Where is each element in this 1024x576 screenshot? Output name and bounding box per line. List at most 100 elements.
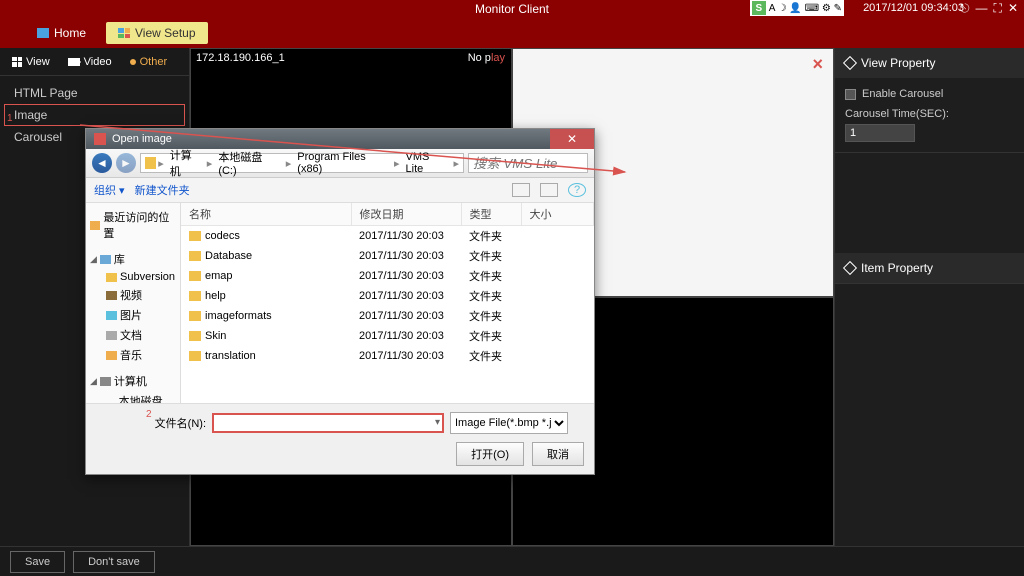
dialog-icon [94, 133, 106, 145]
side-library[interactable]: ◢库 [88, 249, 178, 269]
nav-back-icon[interactable]: ◄ [92, 153, 112, 173]
tree-image[interactable]: Image [4, 104, 185, 126]
dialog-sidebar: 最近访问的位置 ◢库 Subversion 视频 图片 文档 音乐 ◢计算机 本… [86, 203, 181, 403]
ime-s-icon: S [752, 1, 766, 15]
breadcrumb[interactable]: ▸计算机 ▸本地磁盘 (C:) ▸Program Files (x86) ▸VM… [140, 153, 464, 173]
folder-icon [189, 251, 201, 261]
side-disk-c[interactable]: 本地磁盘 (C:) [88, 391, 178, 403]
timestamp: 2017/12/01 09:34:03 [863, 2, 964, 14]
home-label: Home [54, 26, 86, 40]
file-row[interactable]: emap2017/11/30 20:03文件夹 [181, 266, 594, 286]
dialog-close-button[interactable]: ✕ [550, 129, 594, 149]
gear-icon [843, 261, 857, 275]
dialog-file-list[interactable]: 名称 修改日期 类型 大小 codecs2017/11/30 20:03文件夹D… [181, 203, 594, 403]
callout-2: 2 [146, 409, 152, 420]
view-icon [12, 57, 22, 67]
item-property-title: Item Property [861, 261, 933, 275]
filetype-select[interactable]: Image File(*.bmp *.jpeg *.jpg [450, 412, 568, 434]
col-type[interactable]: 类型 [461, 203, 521, 226]
col-date[interactable]: 修改日期 [351, 203, 461, 226]
view-setup-button[interactable]: View Setup [106, 22, 208, 44]
carousel-time-input[interactable] [845, 124, 915, 142]
monitor-icon [37, 28, 49, 38]
tree-html-page[interactable]: HTML Page [4, 82, 185, 104]
callout-1: 1 [7, 113, 13, 124]
dropdown-icon[interactable]: ▾ [435, 417, 440, 428]
right-panel: View Property Enable Carousel Carousel T… [834, 48, 1024, 546]
gear-icon [843, 56, 857, 70]
dialog-footer: 2 文件名(N): ▾ Image File(*.bmp *.jpeg *.jp… [86, 403, 594, 474]
dont-save-button[interactable]: Don't save [73, 551, 155, 573]
help-icon[interactable]: ? [568, 183, 586, 197]
enable-carousel-row[interactable]: Enable Carousel [845, 88, 1014, 100]
ime-icons: A ☽ 👤 ⌨ ⚙ ✎ [769, 3, 842, 14]
filename-input[interactable]: ▾ [212, 413, 444, 433]
title-bar: Monitor Client SA ☽ 👤 ⌨ ⚙ ✎ 2017/12/01 0… [0, 0, 1024, 18]
main-nav: Home View Setup [0, 18, 1024, 48]
col-size[interactable]: 大小 [521, 203, 594, 226]
cell2-close-button[interactable]: × [812, 54, 823, 75]
open-button[interactable]: 打开(O) [456, 442, 524, 466]
left-tabs: View Video Other [0, 48, 189, 76]
grid-icon [118, 28, 130, 38]
side-docs[interactable]: 文档 [88, 325, 178, 345]
minimize-icon[interactable]: — [976, 1, 988, 16]
enable-carousel-label: Enable Carousel [862, 88, 943, 100]
item-property-section: Item Property [835, 253, 1024, 284]
cell1-noplay: No play [468, 52, 505, 64]
folder-icon [189, 271, 201, 281]
folder-icon [189, 231, 201, 241]
file-row[interactable]: Database2017/11/30 20:03文件夹 [181, 246, 594, 266]
side-music[interactable]: 音乐 [88, 345, 178, 365]
filename-label: 文件名(N): [155, 418, 206, 430]
view-mode-icon[interactable] [512, 183, 530, 197]
logout-icon[interactable]: ⎋ [960, 1, 970, 16]
side-pictures[interactable]: 图片 [88, 305, 178, 325]
ime-status: SA ☽ 👤 ⌨ ⚙ ✎ [750, 0, 844, 16]
organize-menu[interactable]: 组织 ▾ [94, 182, 125, 198]
dialog-title: Open image [112, 133, 172, 145]
folder-icon [189, 351, 201, 361]
nav-fwd-icon[interactable]: ► [116, 153, 136, 173]
bottom-bar: Save Don't save [0, 546, 1024, 576]
carousel-time-label: Carousel Time(SEC): [845, 108, 1014, 120]
file-row[interactable]: help2017/11/30 20:03文件夹 [181, 286, 594, 306]
view-property-section: View Property Enable Carousel Carousel T… [835, 48, 1024, 153]
folder-icon [189, 311, 201, 321]
folder-icon [145, 157, 156, 169]
folder-icon [189, 331, 201, 341]
home-button[interactable]: Home [25, 22, 98, 44]
view-property-title: View Property [861, 56, 935, 70]
view-setup-label: View Setup [135, 26, 196, 40]
side-subversion[interactable]: Subversion [88, 269, 178, 285]
dialog-nav: ◄ ► ▸计算机 ▸本地磁盘 (C:) ▸Program Files (x86)… [86, 149, 594, 178]
save-button[interactable]: Save [10, 551, 65, 573]
cancel-button[interactable]: 取消 [532, 442, 584, 466]
dialog-titlebar[interactable]: Open image ✕ [86, 129, 594, 149]
checkbox-icon[interactable] [845, 89, 856, 100]
tab-other-label: Other [140, 56, 168, 68]
tab-other[interactable]: Other [122, 53, 176, 71]
maximize-icon[interactable]: ⛶ [994, 1, 1002, 16]
side-recent[interactable]: 最近访问的位置 [88, 207, 178, 243]
file-row[interactable]: Skin2017/11/30 20:03文件夹 [181, 326, 594, 346]
file-row[interactable]: imageformats2017/11/30 20:03文件夹 [181, 306, 594, 326]
dialog-toolbar: 组织 ▾ 新建文件夹 ? [86, 178, 594, 203]
preview-pane-icon[interactable] [540, 183, 558, 197]
file-row[interactable]: codecs2017/11/30 20:03文件夹 [181, 226, 594, 247]
dialog-search-input[interactable] [468, 153, 588, 173]
app-title: Monitor Client [475, 2, 549, 16]
side-computer[interactable]: ◢计算机 [88, 371, 178, 391]
new-folder-button[interactable]: 新建文件夹 [135, 182, 190, 198]
tab-view-label: View [26, 56, 50, 68]
side-video[interactable]: 视频 [88, 285, 178, 305]
folder-icon [189, 291, 201, 301]
open-image-dialog: Open image ✕ ◄ ► ▸计算机 ▸本地磁盘 (C:) ▸Progra… [85, 128, 595, 475]
col-name[interactable]: 名称 [181, 203, 351, 226]
dot-icon [130, 59, 136, 65]
file-row[interactable]: translation2017/11/30 20:03文件夹 [181, 346, 594, 366]
tab-video[interactable]: Video [60, 53, 120, 71]
close-icon[interactable]: ✕ [1008, 1, 1018, 16]
tab-view[interactable]: View [4, 53, 58, 71]
tab-video-label: Video [84, 56, 112, 68]
